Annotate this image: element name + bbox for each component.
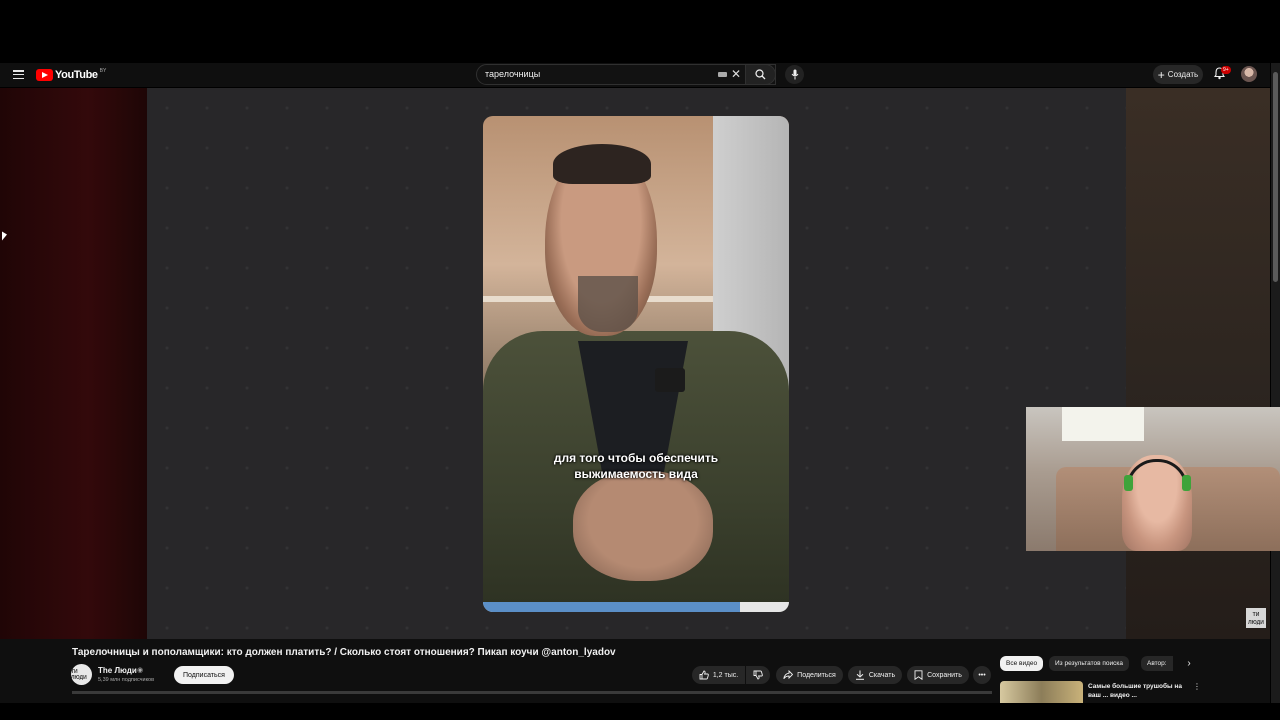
notifications-badge: 9+ bbox=[1221, 66, 1231, 74]
save-label: Сохранить bbox=[927, 671, 962, 679]
keyboard-icon[interactable] bbox=[718, 72, 727, 77]
right-ambient-blur bbox=[1126, 88, 1270, 639]
download-label: Скачать bbox=[868, 671, 896, 679]
video-title: Тарелочницы и пополамщики: кто должен пл… bbox=[72, 647, 616, 658]
video-frame[interactable]: для того чтобы обеспечить выжимаемость в… bbox=[483, 116, 789, 612]
verified-icon: ◉ bbox=[137, 667, 144, 674]
mic-icon bbox=[791, 69, 798, 80]
logo-text: YouTube bbox=[55, 68, 98, 81]
video-progress-fill bbox=[483, 602, 741, 612]
recommendation-more-icon[interactable]: ⋮ bbox=[1193, 682, 1201, 691]
save-button[interactable]: Сохранить bbox=[907, 666, 969, 684]
filter-chip-all[interactable]: Все видео bbox=[1000, 656, 1044, 671]
more-icon: ••• bbox=[978, 671, 986, 679]
dislike-button[interactable] bbox=[746, 666, 770, 684]
channel-avatar[interactable]: ТИ ЛЮДИ bbox=[71, 664, 92, 685]
like-icon bbox=[699, 670, 709, 680]
voice-search-button[interactable] bbox=[785, 65, 804, 84]
subtitle-line-2: выжимаемость вида bbox=[574, 467, 698, 481]
create-button[interactable]: + Создать bbox=[1153, 65, 1203, 84]
search-icon bbox=[755, 69, 766, 80]
dislike-icon bbox=[753, 670, 763, 680]
recommendation-thumbnail[interactable] bbox=[1000, 681, 1083, 703]
subscribe-button[interactable]: Подписаться bbox=[174, 666, 234, 684]
headset-right-cup bbox=[1182, 475, 1191, 491]
filter-chip-author[interactable]: Автор: bbox=[1141, 656, 1173, 671]
like-button[interactable]: 1,2 тыс. bbox=[692, 666, 745, 684]
subtitle-line-1: для того чтобы обеспечить bbox=[553, 451, 719, 465]
scrollbar-thumb[interactable] bbox=[1273, 72, 1278, 282]
page-progress-divider bbox=[72, 691, 992, 694]
recommendation-title[interactable]: Самые большие трушобы на ваш ... видео .… bbox=[1088, 682, 1188, 703]
save-icon bbox=[914, 670, 923, 680]
headset-left-cup bbox=[1124, 475, 1133, 491]
search-button[interactable] bbox=[745, 64, 776, 85]
download-icon bbox=[855, 670, 864, 680]
video-person-hair bbox=[553, 144, 651, 184]
share-icon bbox=[783, 670, 794, 680]
video-subtitle: для того чтобы обеспечить выжимаемость в… bbox=[483, 450, 789, 482]
chevron-right-icon[interactable]: › bbox=[1183, 656, 1195, 671]
channel-name[interactable]: The Люди bbox=[98, 666, 137, 675]
account-avatar[interactable] bbox=[1241, 66, 1257, 82]
like-count: 1,2 тыс. bbox=[712, 671, 739, 679]
download-button[interactable]: Скачать bbox=[848, 666, 902, 684]
youtube-logo[interactable]: YouTube BY bbox=[36, 68, 106, 81]
lapel-mic bbox=[655, 368, 685, 392]
create-label: Создать bbox=[1167, 70, 1199, 79]
more-actions-button[interactable]: ••• bbox=[973, 666, 991, 684]
left-ambient-blur bbox=[0, 88, 147, 639]
youtube-logo-icon bbox=[36, 68, 53, 81]
video-player[interactable]: для того чтобы обеспечить выжимаемость в… bbox=[0, 88, 1270, 639]
video-person-beard bbox=[578, 276, 638, 332]
search-input-value[interactable]: тарелочницы bbox=[485, 69, 540, 79]
logo-country: BY bbox=[99, 67, 107, 74]
filter-chip-search-results[interactable]: Из результатов поиска bbox=[1049, 656, 1130, 671]
channel-watermark[interactable]: ТИ ЛЮДИ bbox=[1246, 608, 1266, 628]
video-person-hand bbox=[573, 471, 713, 581]
clear-icon[interactable]: ✕ bbox=[731, 67, 741, 81]
channel-subscribers: 5,39 млн подписчиков bbox=[98, 677, 155, 683]
share-label: Поделиться bbox=[797, 671, 836, 679]
webcam-overlay bbox=[1026, 407, 1280, 551]
plus-icon: + bbox=[1157, 67, 1165, 82]
share-button[interactable]: Поделиться bbox=[776, 666, 843, 684]
webcam-window bbox=[1062, 407, 1144, 441]
menu-icon[interactable] bbox=[13, 70, 24, 79]
